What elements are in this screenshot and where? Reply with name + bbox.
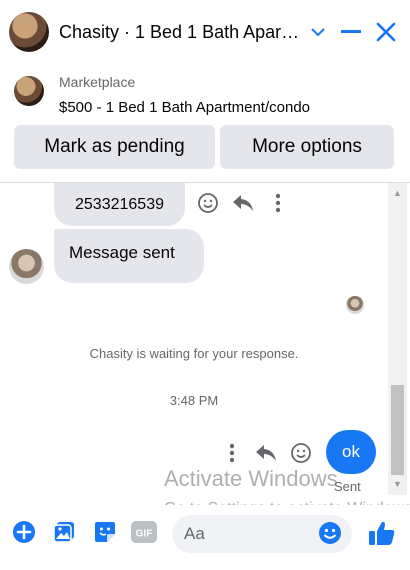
- message-text: Message sent: [69, 243, 175, 262]
- chevron-down-icon[interactable]: [305, 18, 331, 46]
- activate-windows-watermark: Activate Windows: [164, 466, 338, 491]
- chat-title[interactable]: Chasity · 1 Bed 1 Bath Apartment/condo: [59, 22, 304, 43]
- sticker-icon[interactable]: [92, 518, 118, 546]
- image-icon[interactable]: [51, 518, 77, 546]
- more-actions-icon[interactable]: [220, 441, 244, 465]
- gif-icon[interactable]: GIF: [131, 518, 157, 546]
- message-bubble-phone: 2533216539: [54, 183, 185, 226]
- marketplace-label: Marketplace: [59, 74, 136, 90]
- message-timestamp: 3:48 PM: [169, 393, 219, 408]
- sender-avatar[interactable]: [9, 249, 44, 284]
- more-actions-icon[interactable]: [266, 191, 290, 215]
- reply-icon[interactable]: [254, 441, 278, 465]
- message-text: 2533216539: [75, 195, 164, 213]
- listing-title[interactable]: $500 - 1 Bed 1 Bath Apartment/condo: [59, 99, 310, 116]
- close-icon[interactable]: [373, 18, 399, 46]
- seen-avatar: [346, 296, 364, 314]
- emoji-reaction-icon[interactable]: [196, 191, 220, 215]
- listing-avatar: [14, 76, 44, 106]
- message-text: ok: [342, 442, 360, 461]
- plus-icon[interactable]: [11, 518, 37, 546]
- emoji-reaction-icon[interactable]: [289, 441, 313, 465]
- emoji-icon[interactable]: [318, 520, 342, 546]
- svg-text:GIF: GIF: [136, 529, 153, 540]
- more-options-button[interactable]: More options: [220, 125, 394, 169]
- contact-avatar[interactable]: [9, 12, 49, 52]
- scrollbar-thumb[interactable]: [391, 385, 404, 475]
- thumbs-up-icon[interactable]: [367, 518, 397, 548]
- waiting-notice: Chasity is waiting for your response.: [89, 346, 299, 361]
- reply-icon[interactable]: [231, 191, 255, 215]
- message-status: Sent: [334, 479, 361, 494]
- minimize-icon[interactable]: [338, 18, 364, 46]
- scroll-down-arrow-icon[interactable]: ▼: [391, 478, 404, 490]
- scroll-up-arrow-icon[interactable]: ▲: [391, 187, 404, 199]
- message-bubble-sent: Message sent: [54, 229, 204, 283]
- mark-as-pending-button[interactable]: Mark as pending: [14, 125, 215, 169]
- chat-header: Chasity · 1 Bed 1 Bath Apartment/condo: [0, 0, 410, 65]
